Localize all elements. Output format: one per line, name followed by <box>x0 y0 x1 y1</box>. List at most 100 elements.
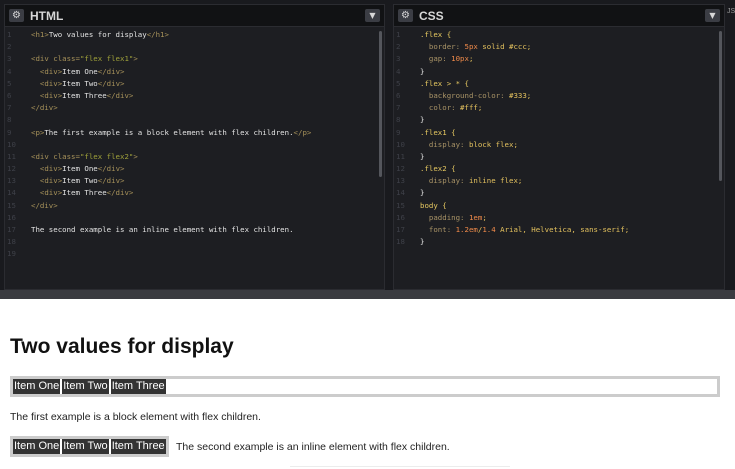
code-line[interactable]: 17 font: 1.2em/1.4 Arial, Helvetica, san… <box>394 224 724 236</box>
code-line[interactable]: 9 .flex1 { <box>394 127 724 139</box>
code-line[interactable]: 8} <box>394 114 724 126</box>
html-code-area[interactable]: 1 <h1>Two values for display</h1> 2 3 <div c… <box>5 29 384 289</box>
code-line[interactable]: 6 <div>Item Three</div> <box>5 90 384 102</box>
line-content: <div>Item Three</div> <box>31 188 134 198</box>
js-panel-tab[interactable]: JS <box>727 8 735 15</box>
code-line[interactable]: 13 <div>Item Two</div> <box>5 175 384 187</box>
code-line[interactable]: 14} <box>394 187 724 199</box>
preview-heading: Two values for display <box>10 335 234 358</box>
flex1-container: Item One Item Two Item Three <box>10 376 720 397</box>
second-example-text: The second example is an inline element … <box>176 441 450 453</box>
line-content: } <box>420 188 425 198</box>
html-scrollbar[interactable] <box>379 31 382 177</box>
code-line[interactable]: 10 display: block flex; <box>394 139 724 151</box>
line-number: 7 <box>7 103 12 113</box>
line-number: 2 <box>7 42 12 52</box>
code-line[interactable]: 12 <div>Item One</div> <box>5 163 384 175</box>
flex2-item: Item Two <box>62 439 109 454</box>
line-number: 16 <box>7 212 16 222</box>
code-line[interactable]: 13 display: inline flex; <box>394 175 724 187</box>
line-content: } <box>420 115 425 125</box>
line-number: 11 <box>7 151 16 161</box>
line-content: display: inline flex; <box>420 176 523 186</box>
code-editors: ⚙ HTML ▼ 1 <h1>Two values for display</h1… <box>0 0 735 298</box>
flex2-item: Item One <box>13 439 61 454</box>
first-example-paragraph: The first example is a block element wit… <box>10 411 261 423</box>
line-content: <div>Item One</div> <box>31 164 125 174</box>
line-number: 11 <box>396 151 405 161</box>
code-line[interactable]: 3 gap: 10px; <box>394 53 724 65</box>
css-panel-title: CSS <box>419 8 444 23</box>
code-line[interactable]: 6 background-color: #333; <box>394 90 724 102</box>
code-line[interactable]: 2 border: 5px solid #ccc; <box>394 41 724 53</box>
code-line[interactable]: 14 <div>Item Three</div> <box>5 187 384 199</box>
line-number: 12 <box>396 164 405 174</box>
result-preview: Two values for display Item One Item Two… <box>0 299 735 469</box>
code-line[interactable]: 15 body { <box>394 200 724 212</box>
flex1-item: Item Two <box>62 379 109 394</box>
line-number: 12 <box>7 164 16 174</box>
code-line[interactable]: 5 <div>Item Two</div> <box>5 78 384 90</box>
line-number: 9 <box>7 127 12 137</box>
code-line[interactable]: 4} <box>394 66 724 78</box>
code-line[interactable]: 1 .flex { <box>394 29 724 41</box>
line-content: font: 1.2em/1.4 Arial, Helvetica, sans-s… <box>420 225 630 234</box>
code-line[interactable]: 15 </div> <box>5 200 384 212</box>
line-content: gap: 10px; <box>420 54 474 64</box>
code-line[interactable]: 12 .flex2 { <box>394 163 724 175</box>
code-line[interactable]: 3 <div class="flex flex1"> <box>5 53 384 65</box>
code-line[interactable]: 2 <box>5 41 384 53</box>
divider-line <box>290 466 510 467</box>
line-content: <div class="flex flex1"> <box>31 54 138 64</box>
line-content: <p>The first example is a block element … <box>31 127 312 137</box>
resize-divider[interactable] <box>0 290 735 299</box>
line-number: 14 <box>7 188 16 198</box>
css-editor-panel: ⚙ CSS ▼ 1 .flex {2 border: 5px solid #ccc… <box>393 4 725 290</box>
code-line[interactable]: 18} <box>394 236 724 248</box>
code-line[interactable]: 16 padding: 1em; <box>394 212 724 224</box>
code-line[interactable]: 17 The second example is an inline elemen… <box>5 224 384 236</box>
line-number: 8 <box>396 115 401 125</box>
code-line[interactable]: 1 <h1>Two values for display</h1> <box>5 29 384 41</box>
line-number: 19 <box>7 249 16 259</box>
line-content: body { <box>420 200 447 210</box>
code-line[interactable]: 10 <box>5 139 384 151</box>
line-number: 8 <box>7 115 12 125</box>
line-content: .flex > * { <box>420 78 469 88</box>
css-code-area[interactable]: 1 .flex {2 border: 5px solid #ccc; 3 gap: … <box>394 29 724 289</box>
code-line[interactable]: 5 .flex > * { <box>394 78 724 90</box>
gear-icon[interactable]: ⚙ <box>9 9 24 22</box>
line-number: 17 <box>396 225 405 234</box>
line-number: 3 <box>7 54 12 64</box>
line-content: display: block flex; <box>420 139 518 149</box>
code-line[interactable]: 19 <box>5 248 384 260</box>
line-number: 13 <box>396 176 405 186</box>
flex1-item: Item One <box>13 379 61 394</box>
chevron-down-icon[interactable]: ▼ <box>705 9 720 22</box>
line-number: 7 <box>396 103 401 113</box>
flex2-item: Item Three <box>110 439 166 454</box>
css-scrollbar[interactable] <box>719 31 722 181</box>
line-number: 15 <box>7 200 16 210</box>
code-line[interactable]: 9 <p>The first example is a block element… <box>5 127 384 139</box>
gear-icon[interactable]: ⚙ <box>398 9 413 22</box>
code-line[interactable]: 11 <div class="flex flex2"> <box>5 151 384 163</box>
code-line[interactable]: 4 <div>Item One</div> <box>5 66 384 78</box>
code-line[interactable]: 11} <box>394 151 724 163</box>
line-content: .flex { <box>420 30 452 39</box>
line-number: 10 <box>7 139 16 149</box>
code-line[interactable]: 16 <box>5 212 384 224</box>
code-line[interactable]: 18 <box>5 236 384 248</box>
line-number: 5 <box>396 78 401 88</box>
line-number: 16 <box>396 212 405 222</box>
code-line[interactable]: 7 color: #fff; <box>394 102 724 114</box>
chevron-down-icon[interactable]: ▼ <box>365 9 380 22</box>
line-number: 10 <box>396 139 405 149</box>
code-line[interactable]: 8 <box>5 114 384 126</box>
line-content: <div>Item Two</div> <box>31 176 125 186</box>
code-line[interactable]: 7 </div> <box>5 102 384 114</box>
line-number: 15 <box>396 200 405 210</box>
html-editor-panel: ⚙ HTML ▼ 1 <h1>Two values for display</h1… <box>4 4 385 290</box>
line-content: </div> <box>31 103 58 113</box>
line-content: <div>Item Three</div> <box>31 90 134 100</box>
